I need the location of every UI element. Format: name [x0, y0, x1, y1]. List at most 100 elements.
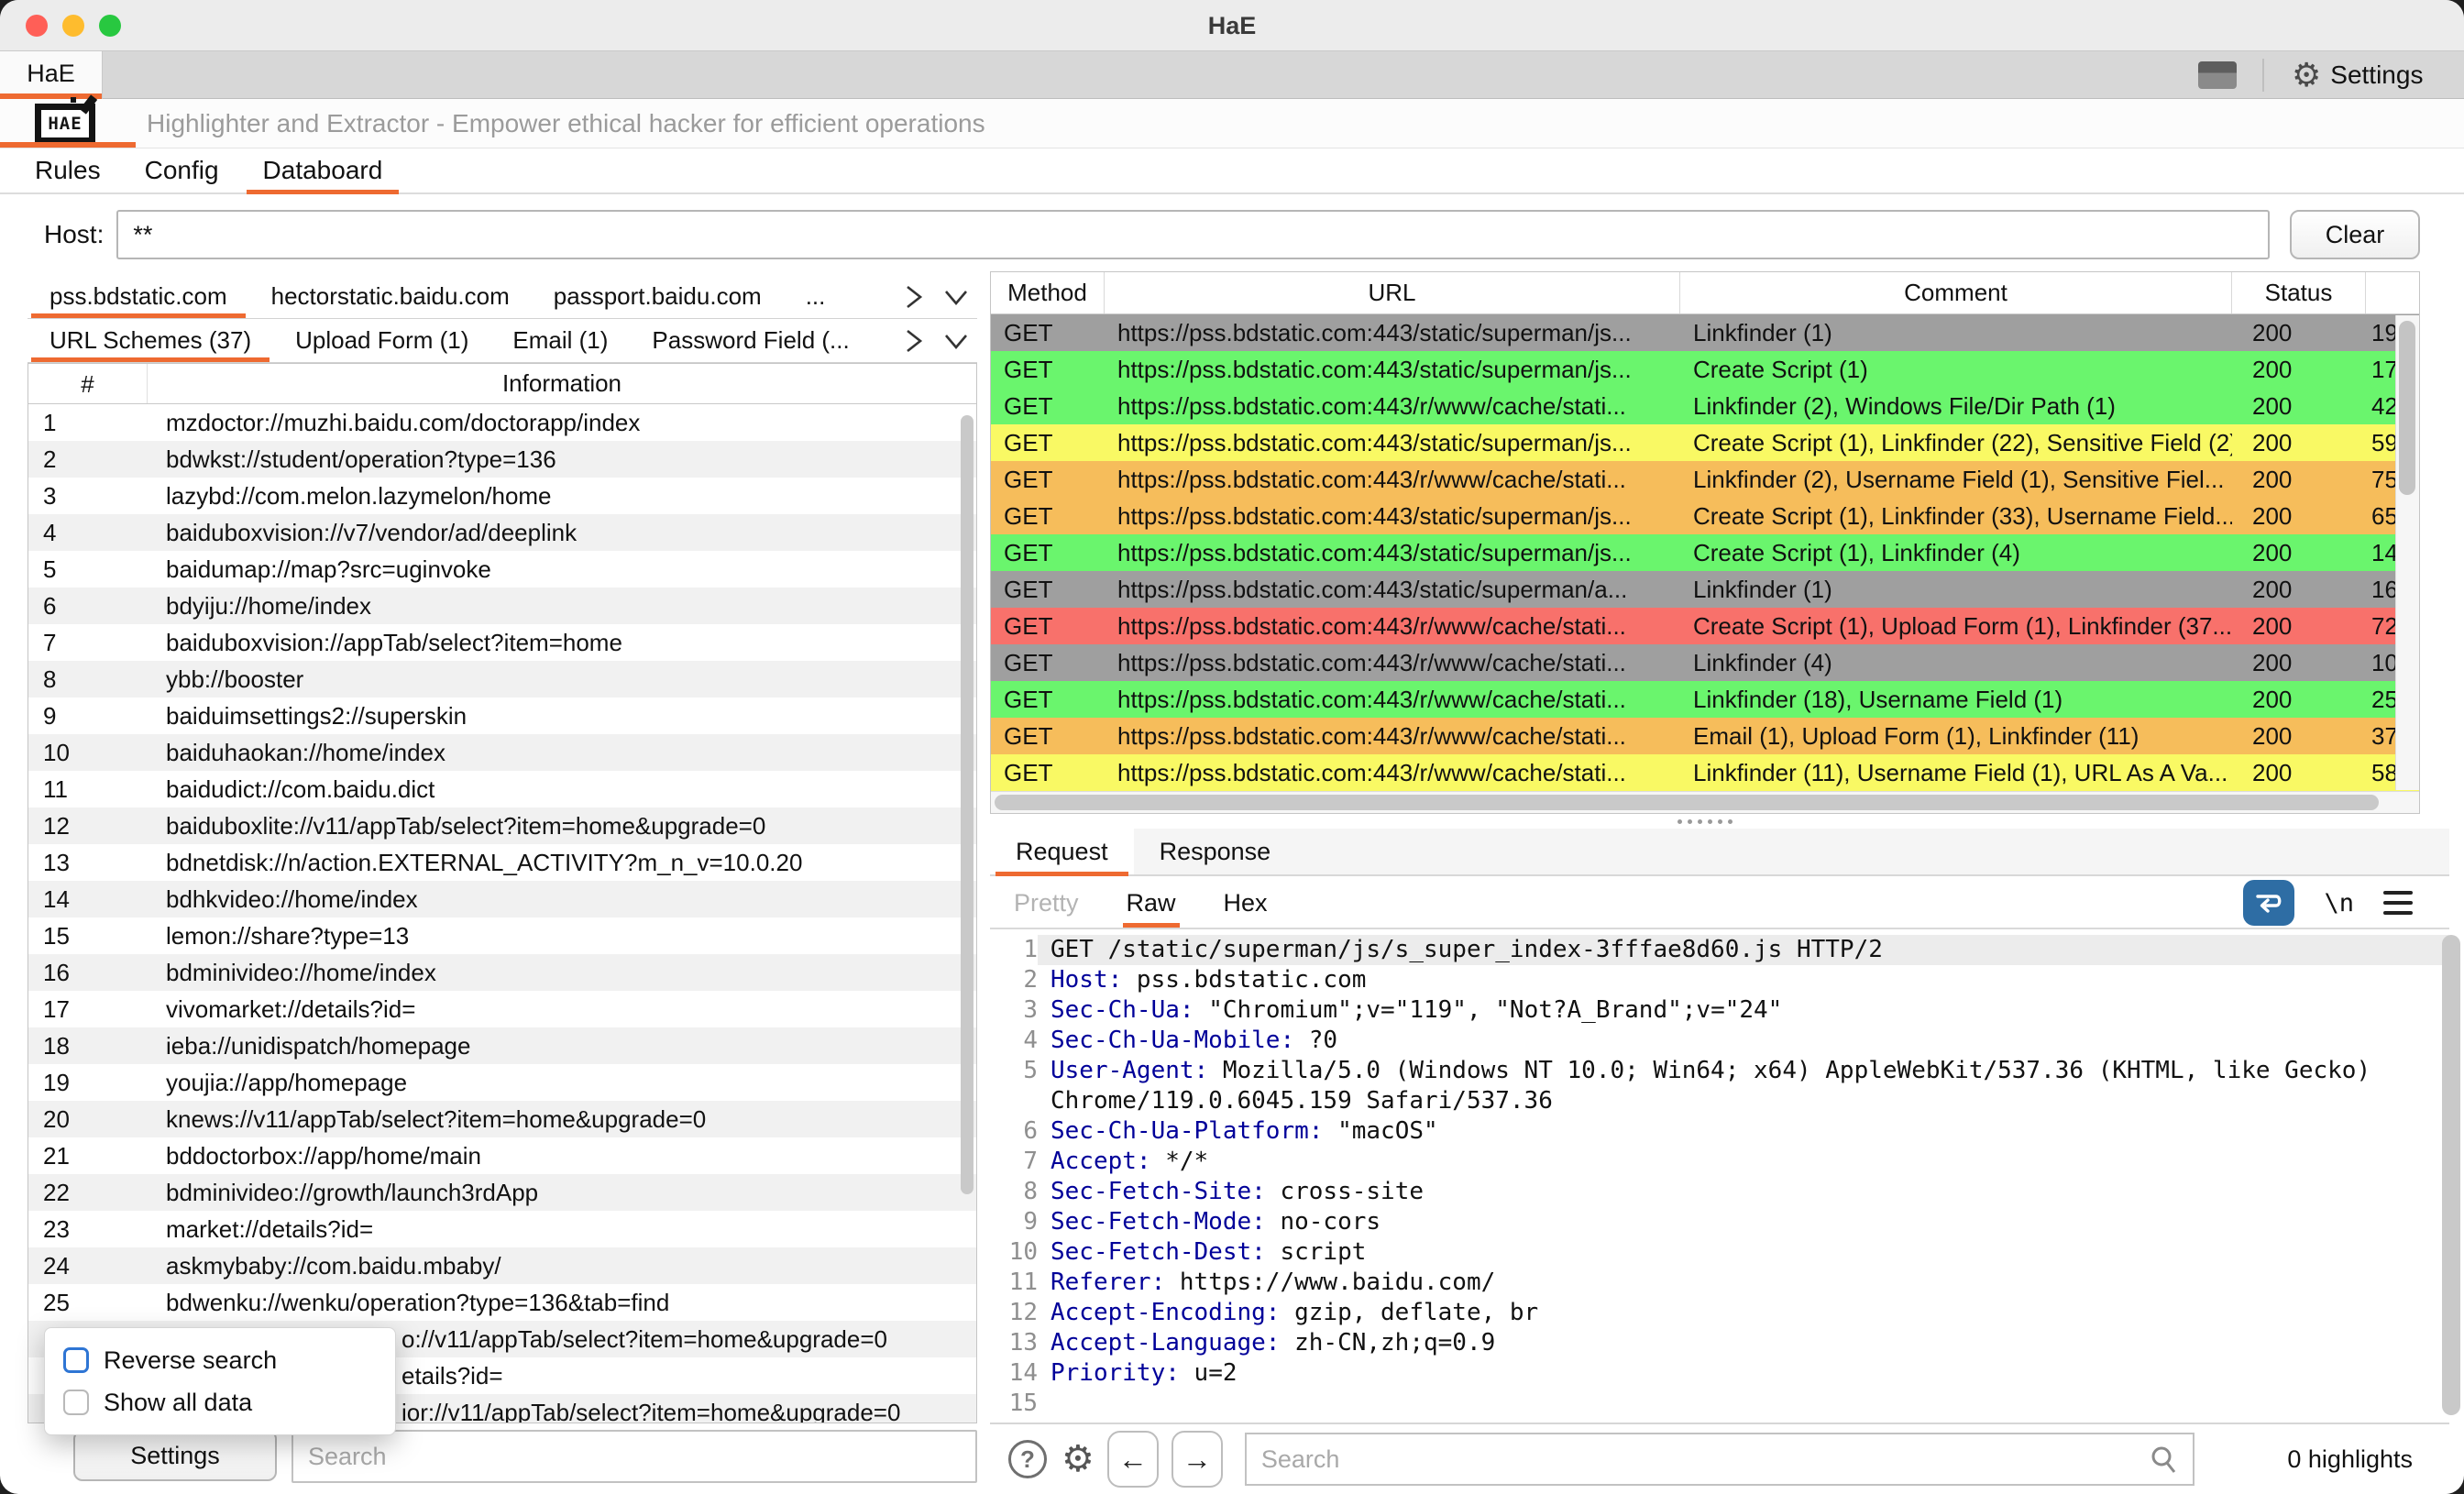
type-tab-1[interactable]: Upload Form (1) [273, 319, 490, 362]
type-tab-2[interactable]: Email (1) [490, 319, 630, 362]
nav-tab-0[interactable]: Rules [13, 148, 123, 192]
host-tab-3[interactable]: ... [784, 275, 848, 318]
table-row[interactable]: 8ybb://booster [28, 661, 976, 698]
help-icon[interactable]: ? [1008, 1440, 1047, 1478]
databoard-settings-button[interactable]: Settings [73, 1430, 277, 1481]
editor-scrollbar[interactable] [2442, 935, 2460, 1415]
table-row[interactable]: 25bdwenku://wenku/operation?type=136&tab… [28, 1284, 976, 1321]
table-row[interactable]: 20knews://v11/appTab/select?item=home&up… [28, 1101, 976, 1137]
reverse-search-checkbox[interactable] [63, 1347, 89, 1373]
host-input[interactable] [116, 210, 2270, 259]
hscroll-thumb[interactable] [995, 795, 2379, 810]
flow-row[interactable]: GEThttps://pss.bdstatic.com:443/static/s… [991, 571, 2419, 608]
editor-settings-gear-icon[interactable]: ⚙ [1062, 1441, 1094, 1478]
col-header-status[interactable]: Status [2232, 272, 2366, 313]
table-row[interactable]: 16bdminivideo://home/index [28, 954, 976, 991]
table-row[interactable]: 4baiduboxvision://v7/vendor/ad/deeplink [28, 514, 976, 551]
chevron-down-icon[interactable] [935, 319, 977, 362]
table-row[interactable]: 24askmybaby://com.baidu.mbaby/ [28, 1247, 976, 1284]
nav-tab-1[interactable]: Config [123, 148, 241, 192]
flow-table-vscrollbar[interactable] [2395, 315, 2419, 790]
col-header-information[interactable]: Information [148, 369, 976, 398]
show-newlines-icon[interactable]: \n [2324, 889, 2354, 917]
flow-row[interactable]: GEThttps://pss.bdstatic.com:443/r/www/ca… [991, 718, 2419, 754]
table-row[interactable]: 5baidumap://map?src=uginvoke [28, 551, 976, 588]
cell-status: 200 [2232, 319, 2366, 347]
table-row[interactable]: 22bdminivideo://growth/launch3rdApp [28, 1174, 976, 1211]
hae-logo-icon: HAE [35, 104, 95, 144]
view-tab-2[interactable]: Hex [1200, 878, 1292, 928]
flow-row[interactable]: GEThttps://pss.bdstatic.com:443/static/s… [991, 424, 2419, 461]
flow-row[interactable]: GEThttps://pss.bdstatic.com:443/r/www/ca… [991, 644, 2419, 681]
editor-menu-icon[interactable] [2383, 891, 2413, 915]
host-tab-1[interactable]: hectorstatic.baidu.com [249, 275, 532, 318]
table-row[interactable]: 12baiduboxlite://v11/appTab/select?item=… [28, 807, 976, 844]
view-tab-0[interactable]: Pretty [990, 878, 1103, 928]
show-all-data-checkbox[interactable] [63, 1390, 89, 1415]
word-wrap-toggle-icon[interactable] [2243, 880, 2294, 926]
flow-row[interactable]: GEThttps://pss.bdstatic.com:443/r/www/ca… [991, 681, 2419, 718]
main-nav-tabs: RulesConfigDataboard [0, 148, 2464, 194]
flow-row[interactable]: GEThttps://pss.bdstatic.com:443/r/www/ca… [991, 461, 2419, 498]
type-tab-0[interactable]: URL Schemes (37) [28, 319, 273, 362]
table-row[interactable]: 6bdyiju://home/index [28, 588, 976, 624]
table-row[interactable]: 21bddoctorbox://app/home/main [28, 1137, 976, 1174]
chevron-right-icon[interactable] [893, 275, 935, 318]
table-row[interactable]: 9baiduimsettings2://superskin [28, 698, 976, 734]
chevron-right-icon[interactable] [893, 319, 935, 362]
flow-row[interactable]: GEThttps://pss.bdstatic.com:443/static/s… [991, 314, 2419, 351]
type-tab-3[interactable]: Password Field (... [630, 319, 871, 362]
col-header-url[interactable]: URL [1105, 272, 1680, 313]
col-header-comment[interactable]: Comment [1680, 272, 2232, 313]
col-header-number[interactable]: # [28, 364, 148, 403]
window-mode-icon[interactable] [2198, 61, 2237, 89]
settings-button[interactable]: ⚙ Settings [2292, 51, 2423, 99]
flow-row[interactable]: GEThttps://pss.bdstatic.com:443/static/s… [991, 534, 2419, 571]
next-match-button[interactable]: → [1172, 1431, 1223, 1488]
message-tab-1[interactable]: Response [1134, 829, 1297, 874]
line-number: 13 [990, 1328, 1038, 1358]
clear-button[interactable]: Clear [2290, 210, 2420, 259]
flow-row[interactable]: GEThttps://pss.bdstatic.com:443/r/www/ca… [991, 388, 2419, 424]
table-row[interactable]: 3lazybd://com.melon.lazymelon/home [28, 478, 976, 514]
table-row[interactable]: 2bdwkst://student/operation?type=136 [28, 441, 976, 478]
left-table-scrollbar[interactable] [961, 415, 974, 1194]
cell-comment: Linkfinder (2), Windows File/Dir Path (1… [1680, 392, 2232, 421]
table-row[interactable]: 19youjia://app/homepage [28, 1064, 976, 1101]
prev-match-button[interactable]: ← [1107, 1431, 1159, 1488]
flow-row[interactable]: GEThttps://pss.bdstatic.com:443/static/s… [991, 498, 2419, 534]
table-row[interactable]: 7baiduboxvision://appTab/select?item=hom… [28, 624, 976, 661]
reverse-search-option[interactable]: Reverse search [63, 1346, 377, 1375]
message-tab-0[interactable]: Request [990, 829, 1134, 874]
col-header-length[interactable] [2366, 272, 2419, 313]
col-header-method[interactable]: Method [991, 272, 1105, 313]
left-search-input[interactable] [292, 1430, 977, 1483]
request-editor[interactable]: 1GET /static/superman/js/s_super_index-3… [990, 931, 2449, 1423]
show-all-data-option[interactable]: Show all data [63, 1389, 377, 1417]
table-row[interactable]: 11baidudict://com.baidu.dict [28, 771, 976, 807]
flow-row[interactable]: GEThttps://pss.bdstatic.com:443/r/www/ca… [991, 754, 2419, 791]
nav-tab-2[interactable]: Databoard [241, 148, 405, 192]
cell-url: https://pss.bdstatic.com:443/r/www/cache… [1105, 612, 1680, 641]
flow-row[interactable]: GEThttps://pss.bdstatic.com:443/r/www/ca… [991, 608, 2419, 644]
table-row[interactable]: 17vivomarket://details?id= [28, 991, 976, 1027]
table-row[interactable]: 23market://details?id= [28, 1211, 976, 1247]
row-number: 19 [28, 1069, 148, 1097]
chevron-down-icon[interactable] [935, 275, 977, 318]
banner-tab-underline [0, 142, 136, 148]
table-row[interactable]: 13bdnetdisk://n/action.EXTERNAL_ACTIVITY… [28, 844, 976, 881]
table-row[interactable]: 15lemon://share?type=13 [28, 917, 976, 954]
splitter-handle[interactable] [990, 816, 2420, 827]
editor-search-input[interactable] [1247, 1434, 2193, 1484]
host-tab-0[interactable]: pss.bdstatic.com [28, 275, 249, 318]
view-tab-1[interactable]: Raw [1103, 878, 1200, 928]
table-row[interactable]: 1mzdoctor://muzhi.baidu.com/doctorapp/in… [28, 404, 976, 441]
flow-table-hscrollbar[interactable] [991, 791, 2419, 813]
tab-hae[interactable]: HaE [0, 51, 103, 99]
table-row[interactable]: 10baiduhaokan://home/index [28, 734, 976, 771]
vscroll-thumb[interactable] [2399, 321, 2415, 495]
host-tab-2[interactable]: passport.baidu.com [532, 275, 784, 318]
table-row[interactable]: 18ieba://unidispatch/homepage [28, 1027, 976, 1064]
table-row[interactable]: 14bdhkvideo://home/index [28, 881, 976, 917]
flow-row[interactable]: GEThttps://pss.bdstatic.com:443/static/s… [991, 351, 2419, 388]
